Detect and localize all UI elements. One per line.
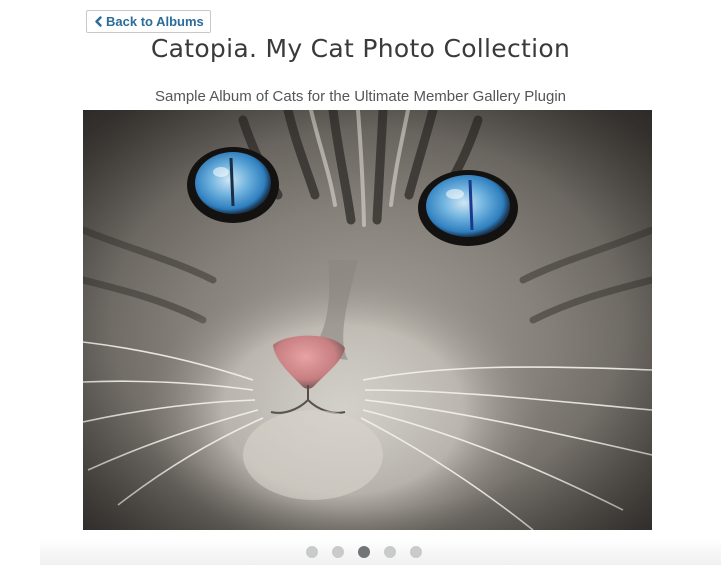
chevron-left-icon — [94, 16, 103, 27]
album-description: Sample Album of Cats for the Ultimate Me… — [155, 88, 566, 105]
gallery-photo[interactable] — [83, 110, 652, 530]
carousel-dot-5[interactable] — [409, 546, 422, 558]
cat-photo-image — [83, 110, 652, 530]
carousel-dot-1[interactable] — [305, 546, 318, 558]
carousel-pagination — [0, 546, 721, 558]
album-title: Catopia. My Cat Photo Collection — [150, 34, 571, 63]
carousel-dot-3[interactable] — [357, 546, 370, 558]
gallery-album-page: Back to Albums Catopia. My Cat Photo Col… — [0, 0, 721, 565]
back-to-albums-label: Back to Albums — [106, 14, 204, 29]
carousel-dot-2[interactable] — [331, 546, 344, 558]
back-to-albums-button[interactable]: Back to Albums — [86, 10, 211, 33]
carousel-dot-4[interactable] — [383, 546, 396, 558]
